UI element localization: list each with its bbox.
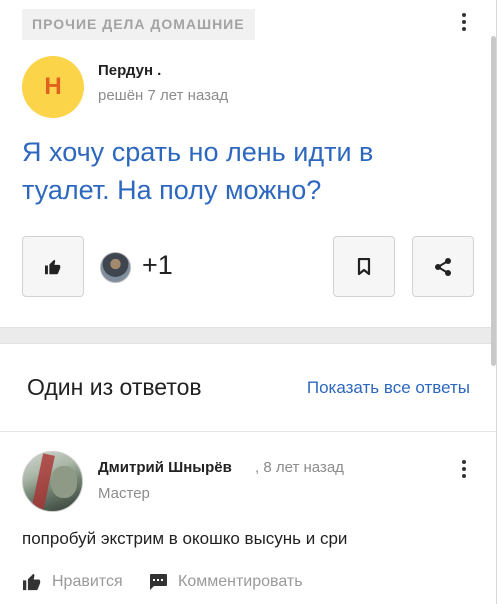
like-label: Нравится xyxy=(52,573,123,590)
share-button[interactable] xyxy=(412,236,474,297)
question-status: решён 7 лет назад xyxy=(98,87,229,104)
vote-count: +1 xyxy=(142,250,173,280)
answer-author-avatar[interactable] xyxy=(22,451,83,512)
answer-menu-icon[interactable] xyxy=(454,457,474,481)
thumbs-up-icon xyxy=(23,573,41,591)
answers-heading: Один из ответов xyxy=(27,374,202,400)
answers-card: Один из ответов Показать все ответы Дмит… xyxy=(0,343,497,604)
question-card: ПРОЧИЕ ДЕЛА ДОМАШНИЕ Н Пердун . решён 7 … xyxy=(0,0,497,328)
like-question-button[interactable] xyxy=(22,236,84,297)
answer-text: попробуй экстрим в окошко высунь и сри xyxy=(22,529,348,548)
divider xyxy=(0,431,497,432)
bookmark-button[interactable] xyxy=(333,236,395,297)
comment-button[interactable]: Комментировать xyxy=(148,573,303,591)
comment-icon xyxy=(150,574,167,590)
answer-author-rank: Мастер xyxy=(98,485,150,502)
thumbs-up-icon xyxy=(45,259,61,274)
share-icon xyxy=(435,257,451,276)
answer-time: , 8 лет назад xyxy=(255,459,344,476)
author-avatar[interactable]: Н xyxy=(22,56,84,118)
question-title: Я хочу срать но лень идти в туалет. На п… xyxy=(22,137,374,205)
voter-avatar[interactable] xyxy=(100,252,131,283)
category-tag[interactable]: ПРОЧИЕ ДЕЛА ДОМАШНИЕ xyxy=(22,9,255,40)
author-name[interactable]: Пердун . xyxy=(98,62,161,79)
bookmark-icon xyxy=(357,257,371,275)
scrollbar-thumb[interactable] xyxy=(491,36,496,366)
answer-author-name[interactable]: Дмитрий Шнырёв xyxy=(98,459,232,476)
question-menu-icon[interactable] xyxy=(454,10,474,34)
like-answer-button[interactable]: Нравится xyxy=(22,573,123,591)
show-all-answers-link[interactable]: Показать все ответы xyxy=(307,378,470,398)
comment-label: Комментировать xyxy=(178,573,303,590)
